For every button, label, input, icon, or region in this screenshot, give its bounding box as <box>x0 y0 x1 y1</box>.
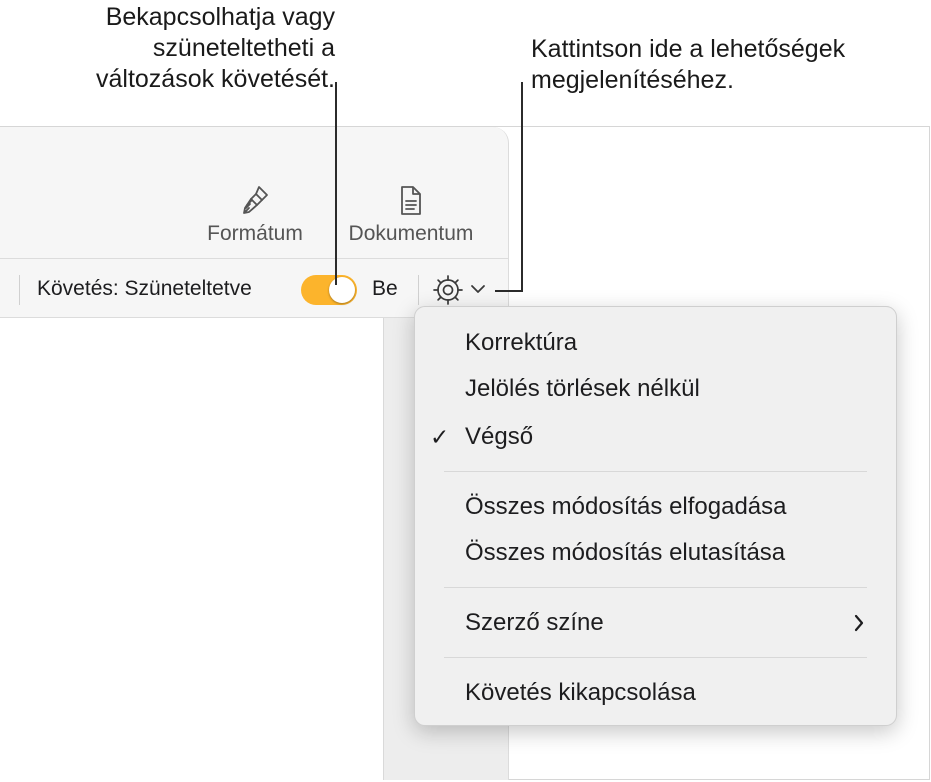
format-label: Formátum <box>207 222 303 245</box>
menu-separator <box>444 657 867 658</box>
menu-item-markup[interactable]: Korrektúra <box>415 323 896 363</box>
menu-item-final[interactable]: ✓ Végső <box>415 417 896 457</box>
leader-line-options <box>521 82 523 292</box>
toggle-on-label: Be <box>372 277 398 300</box>
callout-toggle-tracking: Bekapcsolhatja vagy szüneteltetheti a vá… <box>95 3 335 93</box>
menu-item-turn-off-tracking[interactable]: Követés kikapcsolása <box>415 673 896 713</box>
leader-line-options <box>495 290 523 292</box>
menu-item-label: Összes módosítás elfogadása <box>465 493 787 520</box>
menu-item-label: Végső <box>465 423 534 450</box>
tracking-options-menu: Korrektúra Jelölés törlések nélkül ✓ Vég… <box>414 306 897 726</box>
tracking-toggle[interactable] <box>301 275 357 305</box>
leader-line-toggle <box>335 82 337 285</box>
tracking-options-button[interactable] <box>432 273 490 305</box>
document-button[interactable]: Dokumentum <box>336 184 486 246</box>
menu-item-label: Szerző színe <box>465 609 604 636</box>
format-button[interactable]: Formátum <box>198 184 312 246</box>
menu-separator <box>444 471 867 472</box>
menu-item-reject-all[interactable]: Összes módosítás elutasítása <box>415 533 896 573</box>
menu-item-accept-all[interactable]: Összes módosítás elfogadása <box>415 487 896 527</box>
paintbrush-icon <box>198 184 312 218</box>
divider <box>19 275 20 305</box>
document-label: Dokumentum <box>348 222 474 245</box>
chevron-right-icon <box>852 603 866 656</box>
document-icon <box>336 184 486 218</box>
checkmark-icon: ✓ <box>430 424 450 450</box>
callout-options: Kattintson ide a lehetőségek megjeleníté… <box>531 35 846 94</box>
tracking-status-label: Követés: Szüneteltetve <box>37 277 252 300</box>
menu-separator <box>444 587 867 588</box>
menu-item-markup-no-deletions[interactable]: Jelölés törlések nélkül <box>415 369 896 409</box>
divider <box>418 275 419 305</box>
chevron-down-icon <box>470 282 486 301</box>
menu-item-label: Korrektúra <box>465 329 578 356</box>
menu-item-author-color[interactable]: Szerző színe <box>415 603 896 643</box>
menu-item-label: Követés kikapcsolása <box>465 679 696 706</box>
menu-item-label: Jelölés törlések nélkül <box>465 375 700 402</box>
toggle-knob[interactable] <box>329 277 355 303</box>
document-page[interactable] <box>0 318 384 780</box>
menu-item-label: Összes módosítás elutasítása <box>465 539 786 566</box>
